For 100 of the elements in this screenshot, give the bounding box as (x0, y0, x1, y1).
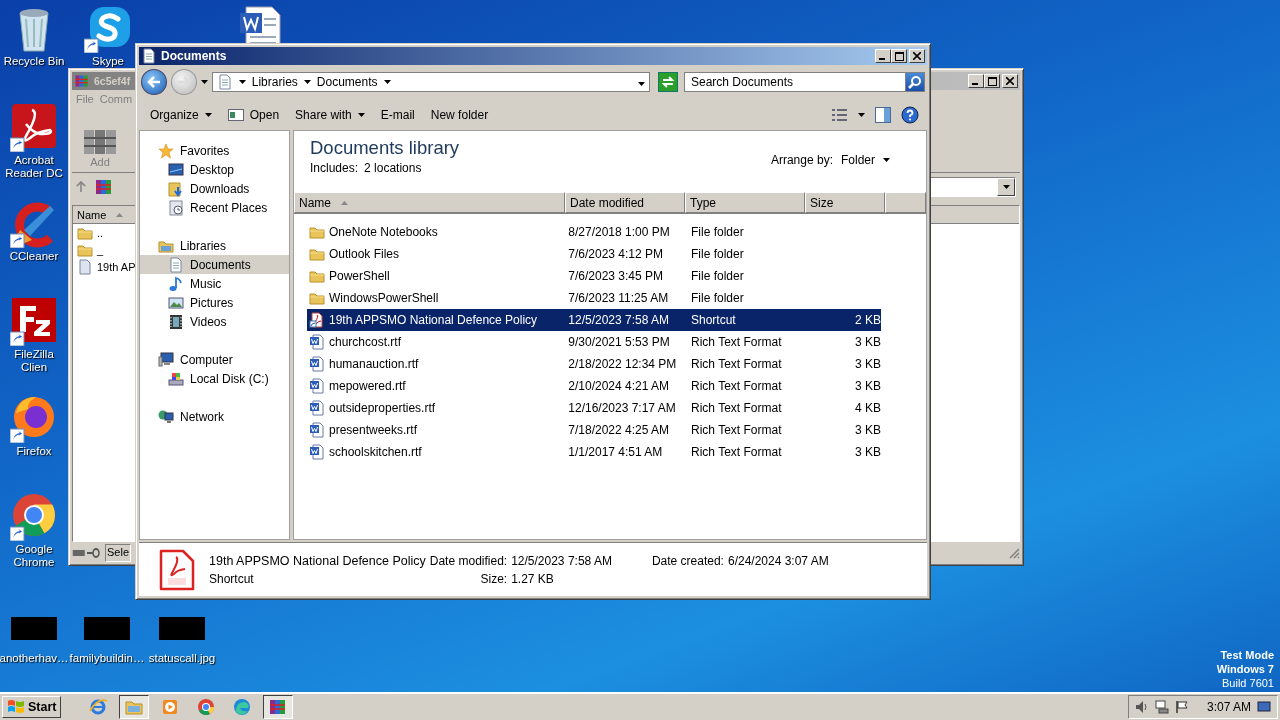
drive-icon (168, 370, 184, 387)
sort-arrow-icon (116, 212, 124, 217)
date-modified: 7/6/2023 11:25 AM (567, 291, 670, 305)
nav-item[interactable]: Videos (140, 312, 289, 331)
file-size: 3 KB (855, 379, 881, 393)
file-type: File folder (690, 225, 745, 239)
nav-item[interactable]: Libraries (140, 236, 289, 255)
desktop-icon-label[interactable]: FileZilla Clien (0, 348, 68, 374)
breadcrumb-item[interactable]: Documents (316, 75, 378, 89)
refresh-button[interactable] (658, 72, 678, 92)
file-row[interactable]: PowerShell 7/6/2023 3:45 PM File folder (307, 265, 881, 287)
nav-item[interactable]: Downloads (140, 179, 289, 198)
nav-item[interactable]: Local Disk (C:) (140, 369, 289, 388)
file-row[interactable]: outsideproperties.rtf 12/16/2023 7:17 AM Rich Text Format 4 KB (307, 397, 881, 419)
nav-item[interactable]: Pictures (140, 293, 289, 312)
nav-item[interactable]: Desktop (140, 160, 289, 179)
volume-icon[interactable] (1134, 700, 1149, 714)
maximize-button[interactable] (891, 49, 907, 63)
nav-item[interactable]: Music (140, 274, 289, 293)
maximize-icon (987, 76, 997, 86)
back-button[interactable] (141, 69, 167, 95)
flag-icon[interactable] (1174, 700, 1189, 714)
nav-item[interactable]: Favorites (140, 141, 289, 160)
file-name: outsideproperties.rtf (329, 401, 436, 415)
desktop-icon-label[interactable]: Acrobat Reader DC (0, 154, 68, 180)
toolbar-button[interactable]: New folder (423, 104, 496, 125)
desktop-icon-label[interactable]: anotherhav… (0, 652, 69, 665)
window-title: Documents (161, 49, 227, 63)
archive-books-icon (74, 73, 90, 89)
minimize-button[interactable] (875, 49, 891, 63)
file-row[interactable]: schoolskitchen.rtf 1/1/2017 4:51 AM Rich Text Format 3 KB (307, 441, 881, 463)
column-header[interactable]: Type (685, 192, 805, 213)
breadcrumb-item[interactable]: Libraries (251, 75, 298, 89)
file-row[interactable]: mepowered.rtf 2/10/2024 4:21 AM Rich Text Format 3 KB (307, 375, 881, 397)
file-row[interactable]: 19th APPSMO National Defence Policy 12/5/2023 7:58 AM Shortcut 2 KB (307, 309, 881, 331)
desktop-icon-label[interactable]: CCleaner (9, 250, 59, 263)
arrange-dropdown[interactable]: Folder (841, 153, 890, 167)
resize-grip-icon[interactable] (1008, 547, 1020, 559)
file-name[interactable]: _ (97, 243, 104, 256)
document-icon (168, 256, 184, 273)
search-button[interactable] (905, 72, 925, 92)
toolbar-button[interactable]: Share with (288, 104, 372, 125)
file-name[interactable]: .. (97, 226, 104, 239)
preview-pane-icon[interactable] (875, 106, 891, 123)
file-row[interactable]: Outlook Files 7/6/2023 4:12 PM File folder (307, 243, 881, 265)
file-size: 3 KB (855, 335, 881, 349)
desktop-icon-label[interactable]: statuscall.jpg (148, 652, 216, 665)
image-thumbnail[interactable] (84, 617, 130, 640)
word-document-icon (309, 444, 325, 460)
desktop-icon-label[interactable]: Google Chrome (0, 543, 68, 569)
file-size: 3 KB (855, 445, 881, 459)
desktop-icon-label[interactable]: Firefox (16, 445, 52, 458)
image-thumbnail[interactable] (159, 617, 205, 640)
chrome-icon (196, 697, 217, 717)
locations-link[interactable]: 2 locations (364, 161, 422, 175)
nav-item[interactable]: Network (140, 407, 289, 426)
document-icon (77, 258, 93, 275)
file-row[interactable]: OneNote Notebooks 8/27/2018 1:00 PM File folder (307, 221, 881, 243)
view-options-icon[interactable] (832, 108, 848, 121)
search-field[interactable]: Search Documents (683, 72, 905, 92)
taskbar-app-button[interactable] (263, 695, 294, 719)
column-header[interactable]: Name (294, 192, 565, 213)
property-value: 6/24/2024 3:07 AM (727, 553, 829, 568)
file-row[interactable]: churchcost.rtf 9/30/2021 5:53 PM Rich Text Format 3 KB (307, 331, 881, 353)
desktop-icon-label[interactable]: Recycle Bin (3, 55, 65, 68)
image-thumbnail[interactable] (11, 617, 57, 640)
toolbar-button[interactable]: Open (220, 104, 287, 125)
address-dropdown[interactable] (928, 177, 1016, 197)
file-row[interactable]: presentweeks.rtf 7/18/2022 4:25 AM Rich Text Format 3 KB (307, 419, 881, 441)
help-icon[interactable] (901, 105, 919, 124)
file-name[interactable]: 19th AP (97, 260, 136, 273)
desktop-icon-label[interactable]: Skype (92, 55, 124, 68)
status-text: Sele (105, 544, 132, 562)
network-icon[interactable] (1154, 700, 1169, 714)
file-row[interactable]: humanauction.rtf 2/18/2022 12:34 PM Rich Text Format 3 KB (307, 353, 881, 375)
download-folder-icon (168, 180, 184, 197)
window-icon (227, 108, 244, 121)
start-button[interactable]: Start (2, 696, 62, 718)
toolbar-button[interactable]: E-mail (373, 104, 422, 125)
property-label: Date modified: (429, 553, 508, 568)
taskbar-app-button[interactable] (119, 695, 150, 719)
date-modified: 1/1/2017 4:51 AM (567, 445, 664, 459)
date-modified: 12/5/2023 7:58 AM (567, 313, 671, 327)
column-header[interactable]: Date modified (565, 192, 685, 213)
address-bar[interactable]: Libraries Documents (211, 72, 651, 92)
file-size: 3 KB (855, 423, 881, 437)
property-value: 1.27 KB (511, 571, 555, 586)
close-icon (1006, 77, 1014, 85)
column-header[interactable]: Size (805, 192, 885, 213)
file-row[interactable]: WindowsPowerShell 7/6/2023 11:25 AM File folder (307, 287, 881, 309)
desktop-icon-label[interactable]: familybuildin… (69, 652, 145, 665)
toolbar-button[interactable]: Organize (143, 104, 219, 125)
nav-item[interactable]: Recent Places (140, 198, 289, 217)
nav-item[interactable]: Documents (140, 255, 289, 274)
show-desktop-icon[interactable] (1257, 700, 1271, 714)
clock[interactable]: 3:07 AM (1206, 700, 1251, 714)
close-button[interactable] (909, 49, 925, 63)
nav-item[interactable]: Computer (140, 350, 289, 369)
file-name: presentweeks.rtf (329, 423, 418, 437)
music-note-icon (168, 275, 184, 292)
